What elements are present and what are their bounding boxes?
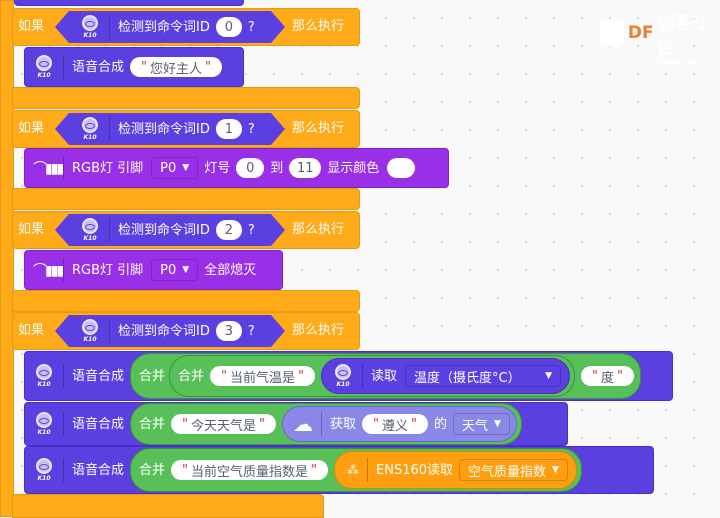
merge-block[interactable]: 合并 " 当前空气质量指数是 " ⁂ ENS160读取 空气质量指数 ▼: [130, 448, 582, 492]
color-label: 显示颜色: [327, 160, 380, 176]
tts-label: 语音合成: [72, 368, 125, 384]
merge-label: 合并: [178, 368, 205, 384]
watermark-title: 创客社区: [657, 13, 709, 58]
air-field-dropdown[interactable]: 空气质量指数 ▼: [459, 459, 568, 481]
ens160-read-block[interactable]: ⁂ ENS160读取 空气质量指数 ▼: [334, 451, 577, 489]
if-block-3-footer: [12, 494, 324, 518]
if-block-0-footer: [12, 87, 360, 109]
color-picker[interactable]: [387, 158, 416, 178]
text-input[interactable]: " 当前空气质量指数是 ": [171, 460, 329, 480]
previous-tts-block[interactable]: [14, 0, 244, 6]
then-label: 那么执行: [292, 323, 345, 338]
if-block-1-footer: [12, 188, 360, 210]
merge-label: 合并: [139, 368, 166, 384]
rgb-pin-label: RGB灯 引脚: [72, 262, 144, 278]
from-input[interactable]: 0: [236, 158, 265, 178]
k10-icon: K10: [33, 362, 55, 390]
of-label: 的: [434, 416, 448, 432]
k10-icon: K10: [79, 13, 101, 41]
if-label: 如果: [18, 121, 45, 136]
gas-sensor-icon: ⁂: [347, 463, 360, 477]
k10-icon: K10: [79, 317, 101, 345]
merge-label: 合并: [139, 416, 166, 432]
dfrobot-watermark: DF 创客社区 mc.DFRobot.com.cn: [600, 8, 720, 66]
detect-label: 检测到命令词ID: [118, 121, 210, 137]
if-label: 如果: [18, 323, 45, 338]
to-input[interactable]: 11: [289, 158, 322, 178]
k10-icon: K10: [332, 362, 354, 390]
lamp-number-label: 灯号: [204, 160, 231, 176]
tts-label: 语音合成: [72, 59, 125, 75]
weather-field-dropdown[interactable]: 天气 ▼: [453, 413, 510, 435]
pin-dropdown[interactable]: P0 ▼: [151, 259, 199, 281]
cmd-id-input[interactable]: 3: [216, 321, 242, 341]
if-label: 如果: [18, 222, 45, 237]
k10-icon: K10: [33, 456, 55, 484]
cloud-icon: ☁: [293, 412, 314, 436]
k10-icon: K10: [33, 53, 55, 81]
city-input[interactable]: " 遵义 ": [362, 414, 429, 434]
condition-detect-2[interactable]: K10 检测到命令词ID 2 ?: [55, 214, 285, 246]
condition-detect-1[interactable]: K10 检测到命令词ID 1 ?: [55, 113, 285, 145]
read-label: 读取: [371, 368, 398, 384]
read-sensor-block[interactable]: K10 读取 温度（摄氏度°C） ▼: [321, 358, 571, 394]
condition-detect-3[interactable]: K10 检测到命令词ID 3 ?: [55, 315, 285, 347]
tts-temperature-block[interactable]: K10 语音合成 合并 合并 " 当前气温是 " K10 读取 温度（摄氏度°C） ▼…: [24, 351, 673, 401]
question-mark: ?: [247, 222, 255, 238]
k10-icon: K10: [33, 410, 55, 438]
tts-label: 语音合成: [72, 416, 125, 432]
sensor-dropdown[interactable]: 温度（摄氏度°C） ▼: [405, 365, 562, 387]
merge-block[interactable]: 合并 " 今天天气是 " ☁ 获取 " 遵义 " 的 天气 ▼: [130, 403, 522, 445]
rgb-range-block[interactable]: ⌒▮▮▮ RGB灯 引脚 P0 ▼ 灯号 0 到 11 显示颜色: [24, 148, 449, 188]
tts-text-input[interactable]: " 您好主人 ": [130, 57, 222, 77]
then-label: 那么执行: [292, 19, 345, 34]
watermark-brand: DF: [627, 23, 654, 43]
event-block-spine: [0, 0, 14, 517]
tts-air-quality-block[interactable]: K10 语音合成 合并 " 当前空气质量指数是 " ⁂ ENS160读取 空气质量指…: [24, 446, 654, 494]
watermark-url: mc.DFRobot.com.cn: [638, 58, 709, 66]
question-mark: ?: [247, 19, 255, 35]
question-mark: ?: [247, 121, 255, 137]
k10-icon: K10: [79, 115, 101, 143]
text-input[interactable]: " 当前气温是 ": [210, 366, 316, 386]
rgb-pin-label: RGB灯 引脚: [72, 160, 144, 176]
then-label: 那么执行: [292, 222, 345, 237]
question-mark: ?: [247, 323, 255, 339]
rgb-light-strip-icon: ⌒▮▮▮: [33, 161, 64, 177]
text-input[interactable]: " 今天天气是 ": [171, 414, 277, 434]
merge-inner[interactable]: 合并 " 当前气温是 " K10 读取 温度（摄氏度°C） ▼: [169, 355, 576, 397]
pin-dropdown[interactable]: P0 ▼: [151, 157, 199, 179]
condition-detect-0[interactable]: K10 检测到命令词ID 0 ?: [55, 11, 285, 43]
then-label: 那么执行: [292, 121, 345, 136]
merge-outer[interactable]: 合并 合并 " 当前气温是 " K10 读取 温度（摄氏度°C） ▼ " 度 ": [130, 353, 642, 399]
cmd-id-input[interactable]: 0: [216, 17, 242, 37]
cmd-id-input[interactable]: 2: [216, 220, 242, 240]
rgb-light-strip-icon: ⌒▮▮▮: [33, 263, 64, 279]
merge-label: 合并: [139, 462, 166, 478]
detect-label: 检测到命令词ID: [118, 222, 210, 238]
robot-logo-icon: [600, 20, 624, 46]
detect-label: 检测到命令词ID: [118, 323, 210, 339]
all-off-label: 全部熄灭: [204, 262, 257, 278]
if-label: 如果: [18, 19, 45, 34]
cmd-id-input[interactable]: 1: [216, 119, 242, 139]
weather-get-block[interactable]: ☁ 获取 " 遵义 " 的 天气 ▼: [282, 406, 517, 442]
tts-block[interactable]: K10 语音合成 " 您好主人 ": [24, 47, 244, 87]
rgb-off-block[interactable]: ⌒▮▮▮ RGB灯 引脚 P0 ▼ 全部熄灭: [24, 250, 283, 290]
if-block-2-footer: [12, 290, 360, 312]
to-label: 到: [270, 160, 284, 176]
ens160-label: ENS160读取: [376, 462, 454, 478]
detect-label: 检测到命令词ID: [118, 19, 210, 35]
get-label: 获取: [330, 416, 357, 432]
tts-weather-block[interactable]: K10 语音合成 合并 " 今天天气是 " ☁ 获取 " 遵义 " 的 天气 ▼: [24, 402, 568, 446]
k10-icon: K10: [79, 216, 101, 244]
tts-label: 语音合成: [72, 462, 125, 478]
text-input[interactable]: " 度 ": [581, 366, 635, 386]
